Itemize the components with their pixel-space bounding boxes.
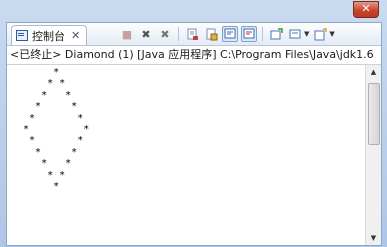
chevron-down-icon[interactable]: ▼ <box>304 30 309 38</box>
window-close-button[interactable]: ✕ <box>353 1 379 18</box>
vertical-scrollbar[interactable]: ▲ ▼ <box>365 65 381 245</box>
console-view: 控制台 ✕ ■ ✖ ✖ ▼ ▼ <已终止> Diamond (1) [Java … <box>6 22 382 246</box>
tab-close-icon[interactable]: ✕ <box>71 29 80 42</box>
display-selected-console-icon[interactable] <box>287 26 303 42</box>
remove-launch-icon[interactable]: ✖ <box>138 26 154 42</box>
scroll-up-icon[interactable]: ▲ <box>366 65 381 79</box>
scroll-down-icon[interactable]: ▼ <box>366 231 381 245</box>
console-toolbar: ■ ✖ ✖ ▼ ▼ <box>119 26 335 42</box>
tab-console[interactable]: 控制台 ✕ <box>11 25 88 45</box>
scroll-thumb[interactable] <box>368 83 380 145</box>
console-line: * * <box>17 146 78 158</box>
console-line: * * <box>17 123 90 135</box>
show-on-stdout-icon[interactable] <box>222 26 238 42</box>
console-icon <box>16 30 28 41</box>
chevron-down-icon[interactable]: ▼ <box>329 30 334 38</box>
pin-console-icon[interactable] <box>268 26 284 42</box>
console-output[interactable]: * * * * * * * * * * * * * * * * * * * * <box>7 65 365 245</box>
console-line: * * <box>17 101 78 113</box>
console-line: * * <box>17 169 66 181</box>
open-console-icon[interactable] <box>312 26 328 42</box>
console-line: * <box>17 180 60 192</box>
terminate-icon[interactable]: ■ <box>119 26 135 42</box>
clear-console-icon[interactable] <box>184 26 200 42</box>
console-text: * * * * * * * * * * * * * * * * * * * * <box>17 67 89 192</box>
console-line: * <box>17 67 60 78</box>
remove-all-terminated-icon[interactable]: ✖ <box>157 26 173 42</box>
console-line: * * <box>17 158 72 170</box>
toolbar-separator <box>178 27 179 41</box>
console-line: * * <box>17 89 72 101</box>
window-frame: ✕ 控制台 ✕ ■ ✖ ✖ ▼ ▼ <已终止> Diamond (1) [Jav… <box>0 0 387 247</box>
toolbar-separator <box>262 27 263 41</box>
console-line: * * <box>17 78 66 90</box>
console-line: * * <box>17 112 84 124</box>
scroll-lock-icon[interactable] <box>203 26 219 42</box>
process-label: <已终止> Diamond (1) [Java 应用程序] C:\Program… <box>7 46 381 65</box>
console-line: * * <box>17 135 84 147</box>
show-on-stderr-icon[interactable] <box>241 26 257 42</box>
tab-label: 控制台 <box>32 29 65 43</box>
view-tabbar: 控制台 ✕ ■ ✖ ✖ ▼ ▼ <box>7 23 381 46</box>
